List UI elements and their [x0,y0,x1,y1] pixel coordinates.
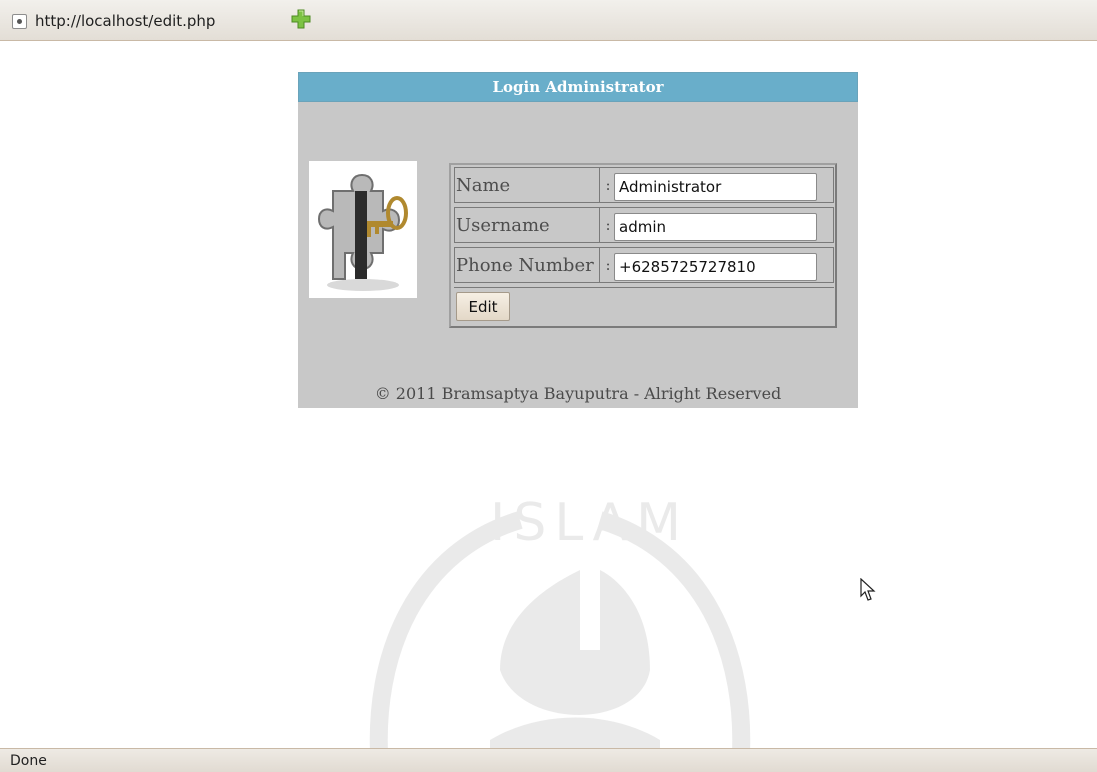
puzzle-key-image [309,161,417,298]
phone-separator: : [605,256,611,274]
status-text: Done [10,752,47,769]
name-label: Name [455,168,600,202]
browser-tab[interactable]: http://localhost/edit.php [6,6,276,36]
username-label: Username [455,208,600,242]
browser-status-bar: Done [0,748,1097,772]
name-input[interactable] [614,173,817,201]
tab-title: http://localhost/edit.php [35,12,216,30]
page-icon [12,13,27,29]
browser-tab-bar: http://localhost/edit.php [0,0,1097,41]
university-watermark-logo: ISLAM [369,493,751,772]
puzzle-key-icon [317,173,408,291]
name-separator: : [605,176,611,194]
username-input[interactable] [614,213,817,241]
phone-input[interactable] [614,253,817,281]
watermark-top-text: ISLAM [490,493,689,553]
username-separator: : [605,216,611,234]
admin-edit-form: Name : Username : Phone Number : Edit [449,163,837,328]
username-row: Username : [454,207,834,243]
name-row: Name : [454,167,834,203]
button-row: Edit [454,287,834,323]
edit-button[interactable]: Edit [456,292,510,321]
phone-label: Phone Number [455,248,600,282]
plus-icon [291,9,311,29]
new-tab-button[interactable] [290,8,312,30]
copyright-footer: © 2011 Bramsaptya Bayuputra - Alright Re… [374,384,782,403]
login-admin-panel: Login Administrator Name : Username : Ph… [298,72,858,408]
mouse-cursor-icon [860,577,876,606]
panel-title: Login Administrator [298,72,858,102]
phone-row: Phone Number : [454,247,834,283]
